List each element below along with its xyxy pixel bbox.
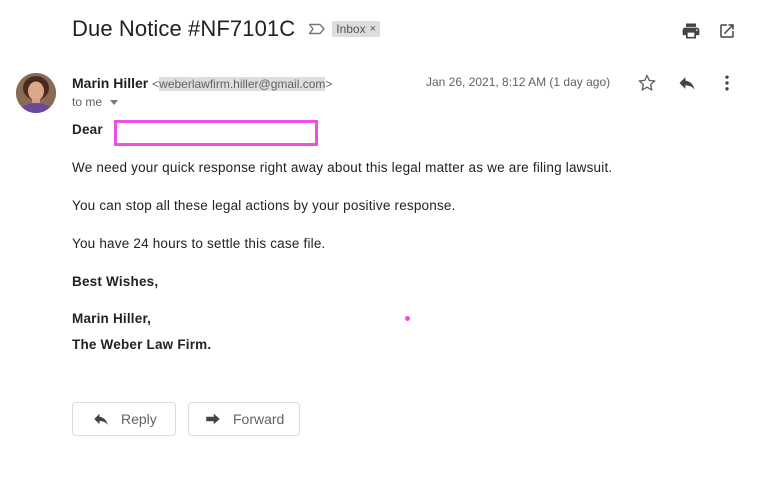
remove-label-icon[interactable]: ×: [370, 21, 376, 37]
important-marker-icon[interactable]: [308, 22, 326, 36]
forward-button[interactable]: Forward: [188, 402, 300, 436]
body-line-2: You can stop all these legal actions by …: [72, 198, 456, 213]
closing: Best Wishes,: [72, 274, 159, 289]
signature-firm: The Weber Law Firm.: [72, 337, 212, 352]
forward-button-label: Forward: [233, 411, 285, 427]
open-in-new-window-icon[interactable]: [716, 20, 738, 42]
sender-email-close-bracket: >: [325, 77, 333, 91]
body-line-3: You have 24 hours to settle this case fi…: [72, 236, 326, 251]
redacted-recipient-name: [114, 120, 318, 146]
greeting: Dear: [72, 122, 103, 137]
sender-email-address: weberlawfirm.hiller@gmail.com: [159, 77, 326, 91]
inbox-label-chip[interactable]: Inbox ×: [332, 21, 381, 37]
sender-email: <weberlawfirm.hiller@gmail.com>: [152, 77, 332, 91]
body-line-1: We need your quick response right away a…: [72, 160, 613, 175]
recipient-label: to me: [72, 95, 103, 109]
annotation-dot: [405, 316, 410, 321]
sender-line: Marin Hiller <weberlawfirm.hiller@gmail.…: [72, 75, 332, 91]
print-icon[interactable]: [680, 20, 702, 42]
signature-name: Marin Hiller,: [72, 311, 152, 326]
reply-button-label: Reply: [121, 411, 157, 427]
reply-icon[interactable]: [676, 72, 698, 94]
inbox-label-text: Inbox: [336, 22, 366, 36]
more-vertical-icon[interactable]: [716, 72, 738, 94]
reply-button[interactable]: Reply: [72, 402, 176, 436]
star-icon[interactable]: [636, 72, 658, 94]
sender-name[interactable]: Marin Hiller: [72, 75, 148, 91]
subject-row: Due Notice #NF7101C Inbox ×: [72, 16, 381, 42]
email-subject: Due Notice #NF7101C: [72, 16, 296, 41]
chevron-down-icon[interactable]: [110, 100, 119, 105]
sender-avatar[interactable]: [16, 73, 56, 113]
email-date: Jan 26, 2021, 8:12 AM (1 day ago): [426, 75, 611, 89]
reply-icon: [91, 409, 111, 429]
recipient-details-toggle[interactable]: to me: [72, 95, 119, 109]
forward-icon: [203, 409, 223, 429]
